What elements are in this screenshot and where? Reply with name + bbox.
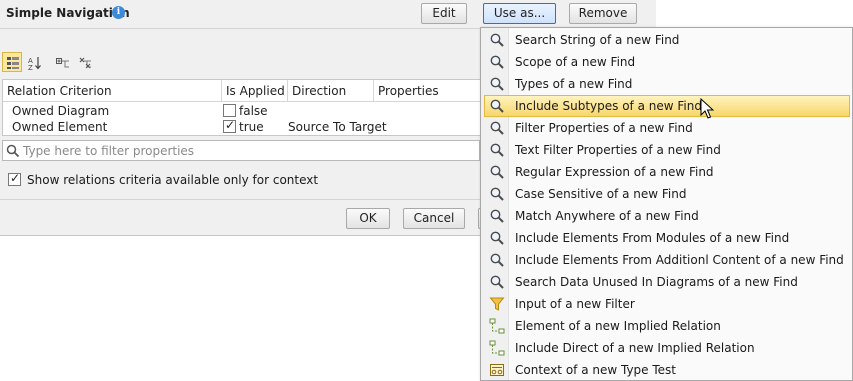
svg-text:Z: Z — [28, 64, 33, 71]
menu-item[interactable]: Input of a new Filter — [484, 293, 850, 315]
search-icon — [489, 120, 505, 136]
menu-item-label: Case Sensitive of a new Find — [515, 187, 687, 201]
menu-item-label: Element of a new Implied Relation — [515, 319, 721, 333]
context-only-checkbox[interactable]: ✓ — [8, 171, 21, 186]
search-icon — [489, 208, 505, 224]
search-icon — [489, 32, 505, 48]
table-row[interactable]: Owned Diagram false — [3, 103, 481, 119]
implied-relation-icon — [489, 318, 505, 334]
menu-item-label: Search Data Unused In Diagrams of a new … — [515, 275, 798, 289]
menu-item[interactable]: Element of a new Implied Relation — [484, 315, 850, 337]
context-only-label: Show relations criteria available only f… — [27, 173, 319, 187]
type-test-icon — [489, 362, 505, 378]
expand-all-button[interactable] — [52, 52, 72, 72]
table-toolbar: A Z — [0, 50, 480, 74]
menu-item-label: Include Elements From Additionl Content … — [515, 253, 844, 267]
search-icon — [489, 274, 505, 290]
mouse-pointer-icon — [700, 98, 714, 119]
column-header-properties[interactable]: Properties — [374, 80, 481, 102]
criterion-cell: Owned Diagram — [12, 104, 110, 118]
checkmark-icon: ✓ — [225, 118, 236, 132]
menu-item-label: Filter Properties of a new Find — [515, 121, 693, 135]
use-as-menu: Search String of a new Find Scope of a ne… — [480, 27, 853, 381]
relation-criteria-table: Relation Criterion Is Applied Direction … — [2, 79, 481, 136]
sort-az-icon: A Z — [28, 57, 41, 71]
menu-item[interactable]: Types of a new Find — [484, 73, 850, 95]
property-filter-box — [2, 140, 480, 161]
menu-item[interactable]: Case Sensitive of a new Find — [484, 183, 850, 205]
menu-item[interactable]: Include Elements From Modules of a new F… — [484, 227, 850, 249]
menu-item[interactable]: Search String of a new Find — [484, 29, 850, 51]
menu-item-label: Include Direct of a new Implied Relation — [515, 341, 755, 355]
menu-item[interactable]: Include Elements From Additionl Content … — [484, 249, 850, 271]
menu-item-label: Context of a new Type Test — [515, 363, 676, 377]
table-header: Relation Criterion Is Applied Direction … — [3, 80, 481, 102]
menu-item[interactable]: Include Subtypes of a new Find — [484, 95, 850, 117]
expand-tree-icon — [56, 58, 69, 68]
menu-item[interactable]: Filter Properties of a new Find — [484, 117, 850, 139]
menu-item[interactable]: Match Anywhere of a new Find — [484, 205, 850, 227]
is-applied-text: true — [239, 120, 264, 134]
menu-item[interactable]: Scope of a new Find — [484, 51, 850, 73]
menu-item-label: Match Anywhere of a new Find — [515, 209, 699, 223]
search-icon — [489, 76, 505, 92]
use-as-button[interactable]: Use as... — [483, 3, 556, 24]
menu-item-label: Include Elements From Modules of a new F… — [515, 231, 790, 245]
column-header-relation-criterion[interactable]: Relation Criterion — [3, 80, 222, 102]
is-applied-checkbox[interactable]: ✓ — [223, 118, 236, 133]
search-icon — [489, 142, 505, 158]
search-icon — [489, 98, 505, 114]
menu-item-label: Text Filter Properties of a new Find — [515, 143, 721, 157]
collapse-all-button[interactable] — [74, 52, 94, 72]
search-icon — [489, 186, 505, 202]
menu-item[interactable]: Context of a new Type Test — [484, 359, 850, 381]
menu-item[interactable]: Regular Expression of a new Find — [484, 161, 850, 183]
menu-item-label: Input of a new Filter — [515, 297, 635, 311]
search-icon — [489, 252, 505, 268]
menu-item[interactable]: Include Direct of a new Implied Relation — [484, 337, 850, 359]
search-icon — [489, 54, 505, 70]
filter-properties-input[interactable] — [23, 142, 473, 159]
menu-item-label: Scope of a new Find — [515, 55, 636, 69]
search-icon — [489, 230, 505, 246]
dialog-header: Simple Navigation i Edit Use as... Remov… — [0, 0, 656, 29]
is-applied-text: false — [239, 104, 268, 118]
menu-item-label: Regular Expression of a new Find — [515, 165, 714, 179]
implied-relation-icon — [489, 340, 505, 356]
categorized-view-icon — [7, 57, 19, 69]
column-header-is-applied[interactable]: Is Applied — [222, 80, 288, 102]
search-icon — [6, 144, 20, 158]
edit-button[interactable]: Edit — [421, 3, 467, 24]
menu-item-label: Search String of a new Find — [515, 33, 680, 47]
filter-funnel-icon — [489, 296, 505, 312]
ok-button[interactable]: OK — [346, 208, 390, 229]
is-applied-checkbox[interactable] — [223, 104, 236, 117]
sort-alphabetical-button[interactable]: A Z — [24, 52, 44, 72]
menu-item-label: Types of a new Find — [515, 77, 633, 91]
categorized-view-button[interactable] — [2, 52, 22, 72]
search-icon — [489, 164, 505, 180]
menu-item-label: Include Subtypes of a new Find — [515, 99, 702, 113]
checkmark-icon: ✓ — [10, 171, 21, 185]
info-icon[interactable]: i — [112, 6, 125, 19]
remove-button[interactable]: Remove — [569, 3, 637, 24]
menu-item[interactable]: Text Filter Properties of a new Find — [484, 139, 850, 161]
column-header-direction[interactable]: Direction — [288, 80, 374, 102]
collapse-tree-icon — [79, 57, 91, 69]
criterion-cell: Owned Element — [12, 120, 108, 134]
table-row[interactable]: Owned Element ✓ true Source To Target — [3, 118, 481, 135]
cancel-button[interactable]: Cancel — [403, 208, 465, 229]
menu-item[interactable]: Search Data Unused In Diagrams of a new … — [484, 271, 850, 293]
direction-cell[interactable]: Source To Target — [288, 119, 387, 135]
